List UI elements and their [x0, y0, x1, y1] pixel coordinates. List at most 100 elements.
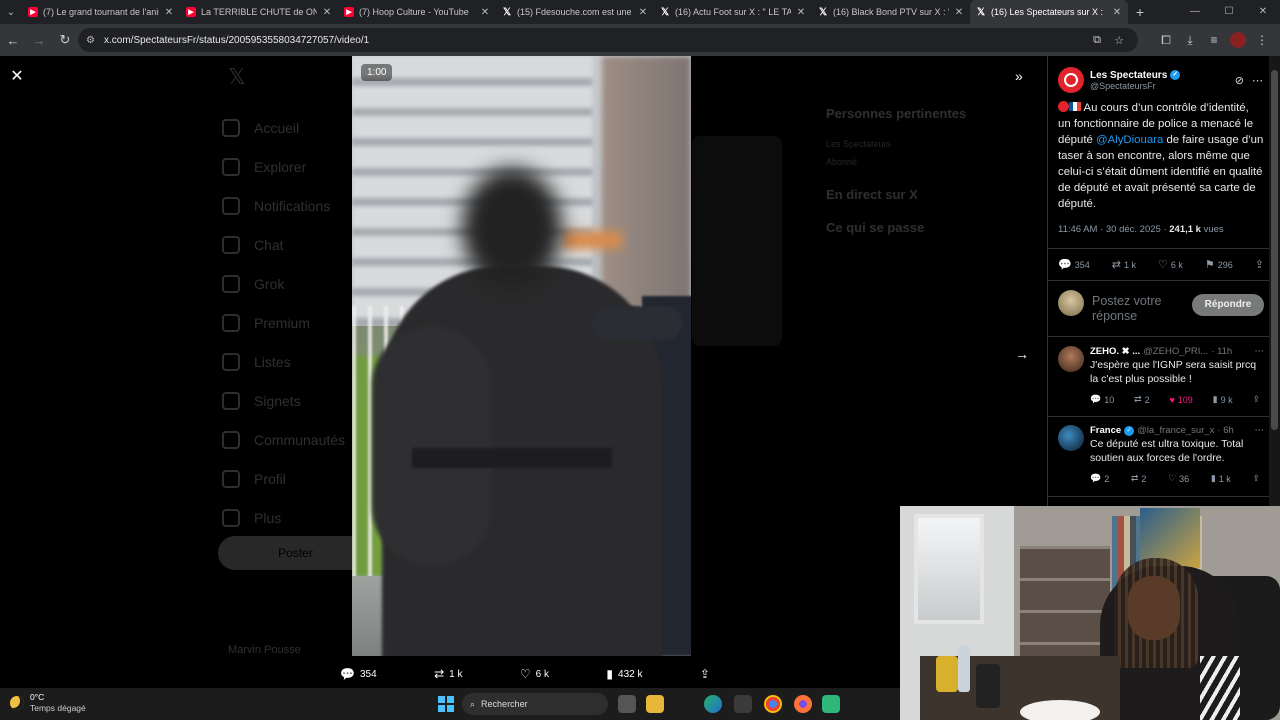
- nav-label: Premium: [254, 314, 311, 331]
- file-explorer-icon[interactable]: [646, 695, 664, 713]
- comment-item[interactable]: ZEHO. ✖ ... @ZEHO_PRI... · 11h ⋯ J'espère q…: [1058, 346, 1264, 416]
- bookmark-star-icon[interactable]: ☆: [1108, 34, 1130, 47]
- comment-handle[interactable]: @la_france_sur_x: [1137, 425, 1214, 436]
- weather-temperature: 0°C: [30, 692, 45, 702]
- nav-label: Listes: [254, 353, 291, 370]
- forward-icon[interactable]: →: [26, 33, 52, 48]
- post-time[interactable]: 11:46 AM · 30 déc. 2025 ·: [1058, 224, 1169, 235]
- download-icon[interactable]: ⤓: [1178, 33, 1202, 48]
- author-handle[interactable]: @SpectateursFr: [1090, 81, 1227, 91]
- reply-button[interactable]: Répondre: [1192, 294, 1264, 316]
- comment-views-button[interactable]: ▮ 9 k: [1213, 394, 1233, 405]
- collapse-panel-icon[interactable]: »: [1015, 68, 1023, 84]
- like-action[interactable]: ♡ 6 k: [520, 667, 549, 681]
- close-window-icon[interactable]: ✕: [1246, 0, 1280, 24]
- comment-reply-button[interactable]: 💬 10: [1090, 394, 1114, 405]
- taskbar-search[interactable]: ⌕ Rechercher: [462, 693, 608, 715]
- address-bar[interactable]: ⚙ x.com/SpectateursFr/status/20059535580…: [78, 28, 1138, 52]
- reply-input[interactable]: Postez votre réponse: [1092, 294, 1192, 324]
- comment-like-button[interactable]: ♡ 36: [1168, 473, 1189, 484]
- post-like-button[interactable]: ♡ 6 k: [1158, 258, 1183, 271]
- tab-close-icon[interactable]: ✕: [1112, 7, 1122, 18]
- comment-author[interactable]: France: [1090, 425, 1121, 436]
- tab-close-icon[interactable]: ✕: [164, 7, 174, 18]
- mention-link[interactable]: @AlyDiouara: [1096, 134, 1163, 146]
- tab-close-icon[interactable]: ✕: [796, 7, 806, 18]
- task-view-icon[interactable]: [618, 695, 636, 713]
- tab-title: (16) Black Bond PTV sur X : "Le: [833, 7, 949, 17]
- tab-close-icon[interactable]: ✕: [322, 7, 332, 18]
- tab-close-icon[interactable]: ✕: [954, 7, 964, 18]
- install-app-icon[interactable]: ⧉: [1086, 34, 1108, 47]
- back-icon[interactable]: ←: [0, 33, 26, 48]
- comment-time[interactable]: · 6h: [1217, 425, 1233, 436]
- sidebar-nav-item: Profil: [222, 459, 352, 498]
- comment-repost-button[interactable]: ⇄ 2: [1131, 473, 1147, 484]
- more-options-icon[interactable]: ⋯: [1255, 346, 1265, 357]
- post-repost-button[interactable]: ⇄ 1 k: [1112, 258, 1136, 271]
- app-icon[interactable]: [822, 695, 840, 713]
- comment-share-button[interactable]: ⇪: [1252, 473, 1260, 484]
- media-control-icon[interactable]: ≡: [1202, 33, 1226, 47]
- comment-reply-button[interactable]: 💬 2: [1090, 473, 1109, 484]
- tab-close-icon[interactable]: ✕: [638, 7, 648, 18]
- share-action[interactable]: ⇪: [700, 667, 710, 681]
- repost-action[interactable]: ⇄ 1 k: [434, 667, 462, 681]
- browser-tab[interactable]: ▶ (7) Le grand tournant de l'anim ✕: [22, 0, 180, 24]
- browser-menu-icon[interactable]: ⋮: [1250, 33, 1274, 47]
- views-chart-icon: ▮: [606, 667, 614, 681]
- comment-like-button[interactable]: ♥ 109: [1169, 394, 1192, 405]
- comment-share-button[interactable]: ⇪: [1252, 394, 1260, 405]
- next-media-icon[interactable]: →: [1015, 346, 1029, 362]
- author-avatar[interactable]: [1058, 67, 1084, 93]
- video-player[interactable]: 1:00: [352, 56, 691, 656]
- maximize-icon[interactable]: ☐: [1212, 0, 1246, 24]
- edge-icon[interactable]: [704, 695, 722, 713]
- comment-avatar[interactable]: [1058, 346, 1084, 372]
- scrollbar-thumb[interactable]: [1271, 70, 1278, 430]
- browser-tab[interactable]: 𝕏 (16) Actu Foot sur X : " LE TA ✕: [654, 0, 812, 24]
- comment-handle[interactable]: @ZEHO_PRI...: [1143, 346, 1208, 357]
- tab-search-icon[interactable]: ⌄: [0, 0, 22, 24]
- reply-action[interactable]: 💬 354: [340, 667, 377, 681]
- chrome-icon[interactable]: [764, 695, 782, 713]
- windows-start-icon[interactable]: [438, 696, 454, 712]
- comment-views-button[interactable]: ▮ 1 k: [1211, 473, 1231, 484]
- post-reply-button[interactable]: 💬 354: [1058, 258, 1090, 271]
- more-options-icon[interactable]: ⋯: [1255, 425, 1265, 436]
- webcam-jar: [936, 656, 958, 692]
- comment-like-count: 109: [1177, 394, 1193, 405]
- post-share-button[interactable]: ⇪: [1255, 258, 1264, 271]
- post-bookmark-button[interactable]: ⚑ 296: [1205, 258, 1233, 271]
- post-bookmark-count: 296: [1217, 259, 1233, 270]
- comment-item[interactable]: France ✓ @la_france_sur_x · 6h ⋯ Ce député e…: [1058, 425, 1264, 495]
- tab-close-icon[interactable]: ✕: [480, 7, 490, 18]
- grok-icon[interactable]: ⊘: [1235, 74, 1244, 87]
- new-tab-button[interactable]: +: [1128, 4, 1152, 20]
- store-icon[interactable]: [734, 695, 752, 713]
- browser-tab[interactable]: ▶ La TERRIBLE CHUTE de ONE PU ✕: [180, 0, 338, 24]
- weather-widget[interactable]: 0°C Temps dégagé: [10, 692, 86, 714]
- extensions-icon[interactable]: ⧠: [1154, 33, 1178, 48]
- nav-label: Communautés: [254, 431, 346, 448]
- url-text[interactable]: x.com/SpectateursFr/status/2005953558034…: [104, 35, 1086, 46]
- comment-time[interactable]: · 11h: [1211, 346, 1232, 357]
- profile-avatar[interactable]: [1230, 32, 1246, 48]
- browser-tab[interactable]: ▶ (7) Hoop Culture - YouTube ✕: [338, 0, 496, 24]
- minimize-icon[interactable]: —: [1178, 0, 1212, 24]
- author-name[interactable]: Les Spectateurs: [1090, 70, 1167, 81]
- reload-icon[interactable]: ↻: [52, 32, 78, 48]
- views-action[interactable]: ▮ 432 k: [606, 667, 642, 681]
- firefox-icon[interactable]: [794, 695, 812, 713]
- browser-tab[interactable]: 𝕏 (16) Black Bond PTV sur X : "Le ✕: [812, 0, 970, 24]
- close-media-icon[interactable]: ✕: [8, 68, 26, 86]
- comment-avatar[interactable]: [1058, 425, 1084, 451]
- comment-author[interactable]: ZEHO. ✖ ...: [1090, 346, 1140, 357]
- site-info-icon[interactable]: ⚙: [86, 35, 100, 46]
- sidebar-nav-item: Explorer: [222, 147, 352, 186]
- more-options-icon[interactable]: ⋯: [1252, 74, 1263, 87]
- browser-tab[interactable]: 𝕏 (16) Les Spectateurs sur X : ✕: [970, 0, 1128, 24]
- comment-repost-button[interactable]: ⇄ 2: [1134, 394, 1150, 405]
- nav-icon: [222, 118, 240, 137]
- browser-tab[interactable]: 𝕏 (15) Fdesouche.com est une re ✕: [496, 0, 654, 24]
